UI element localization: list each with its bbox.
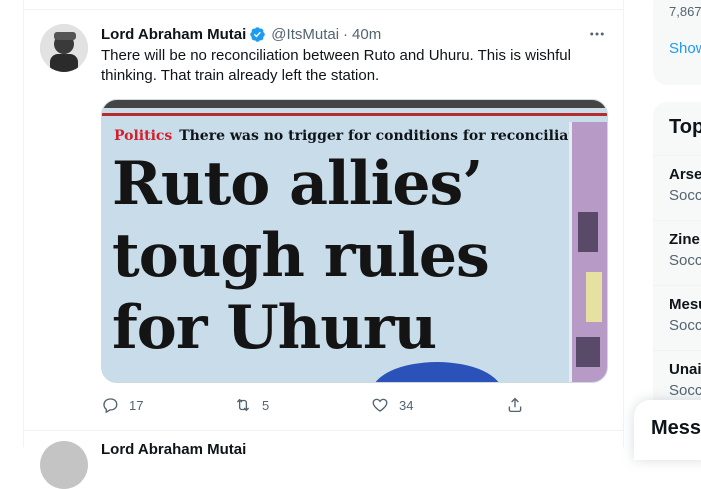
topic-name: Mesu <box>669 296 701 313</box>
timestamp[interactable]: 40m <box>352 26 381 43</box>
handle[interactable]: @ItsMutai <box>271 26 339 43</box>
sidebar-card: 7,867 Show <box>653 0 701 85</box>
newspaper-kicker: Politics There was no trigger for condit… <box>114 128 600 144</box>
tweet[interactable]: Lord Abraham Mutai @ItsMutai · 40m There… <box>24 10 623 431</box>
avatar-image <box>40 24 88 72</box>
topics-title: Top <box>669 116 701 138</box>
heart-icon <box>372 398 388 412</box>
tweet-actions: 17 5 34 <box>101 396 531 416</box>
tweet-media-image[interactable]: Politics There was no trigger for condit… <box>101 99 608 383</box>
display-name[interactable]: Lord Abraham Mutai <box>101 26 246 43</box>
right-sidebar: 7,867 Show Top Arse Socc Zine Socc Mesu … <box>653 0 701 447</box>
topic-category: Socc <box>669 252 701 269</box>
retweet-count: 5 <box>262 397 270 413</box>
newspaper-red-stripe <box>102 113 607 116</box>
next-tweet[interactable]: Lord Abraham Mutai <box>24 431 623 489</box>
side-illustration <box>572 122 607 382</box>
kicker-text: There was no trigger for conditions for … <box>179 128 600 144</box>
messages-drawer[interactable]: Messa <box>634 400 701 460</box>
display-name[interactable]: Lord Abraham Mutai <box>101 441 246 458</box>
like-count: 34 <box>399 397 414 413</box>
topics-card: Top Arse Socc Zine Socc Mesu Socc Unai S… <box>653 102 701 447</box>
messages-title: Messa <box>651 417 701 439</box>
topic-category: Socc <box>669 382 701 399</box>
topic-item[interactable]: Zine Socc <box>653 220 701 285</box>
tweet-text: There will be no reconciliation between … <box>101 47 571 84</box>
avatar[interactable] <box>40 441 88 489</box>
reply-count: 17 <box>129 397 144 413</box>
more-options-icon[interactable] <box>586 24 608 44</box>
headline-line: Ruto allies’ <box>112 149 483 219</box>
topic-category: Socc <box>669 317 701 334</box>
topic-item[interactable]: Mesu Socc <box>653 285 701 350</box>
separator: · <box>343 25 349 43</box>
newspaper-top-stripe <box>102 100 607 108</box>
reply-icon <box>103 398 118 414</box>
topic-name: Unai <box>669 361 701 378</box>
topic-category: Socc <box>669 187 701 204</box>
topic-name: Arse <box>669 166 701 183</box>
share-button[interactable] <box>506 396 524 414</box>
show-more-link[interactable]: Show <box>669 40 701 57</box>
reply-button[interactable]: 17 <box>101 396 143 414</box>
like-button[interactable]: 34 <box>371 396 413 414</box>
timeline: Lord Abraham Mutai @ItsMutai · 40m There… <box>23 0 624 489</box>
kicker-tag: Politics <box>114 128 173 144</box>
newspaper-headline: Ruto allies’ tough rules for Uhuru <box>112 148 572 364</box>
topic-item[interactable]: Arse Socc <box>653 155 701 220</box>
tweet-header: Lord Abraham Mutai @ItsMutai · 40m <box>101 24 381 44</box>
headline-line: tough rules <box>112 221 490 291</box>
headline-line: for Uhuru <box>112 293 437 363</box>
retweet-icon <box>236 398 250 412</box>
retweet-button[interactable]: 5 <box>234 396 269 414</box>
verified-badge-icon <box>249 26 266 43</box>
tweet-count-text: 7,867 <box>669 4 701 19</box>
share-icon <box>508 397 522 413</box>
topic-name: Zine <box>669 231 700 248</box>
avatar[interactable] <box>40 24 88 72</box>
